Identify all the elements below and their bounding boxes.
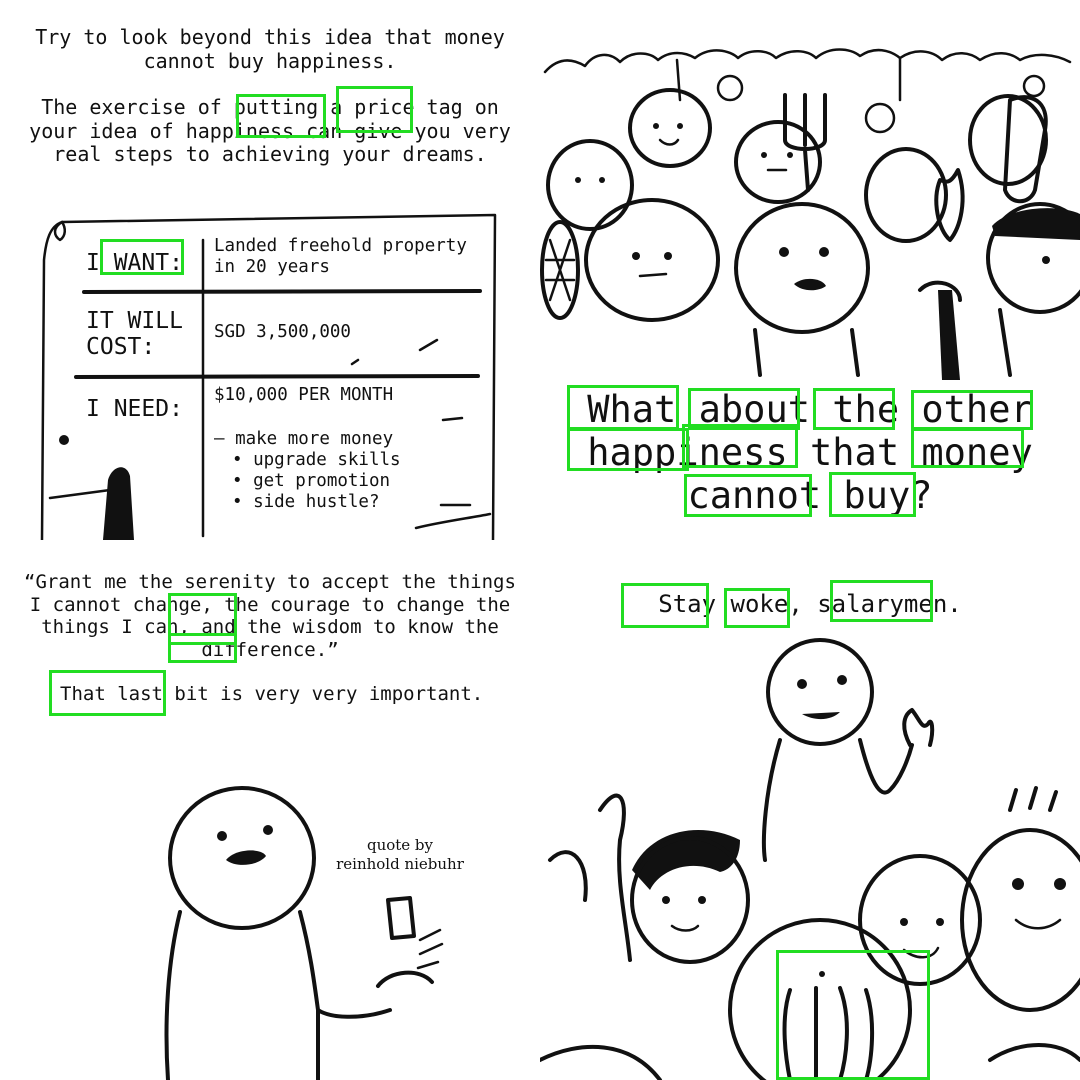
cheering-crowd-drawing	[540, 638, 1080, 1080]
panel-stay-woke: Stay woke, salarymen.	[540, 540, 1080, 1080]
need-label: I NEED:	[86, 396, 183, 422]
cost-value: SGD 3,500,000	[214, 322, 351, 342]
credit-line-2: reinhold niebuhr	[336, 855, 464, 873]
need-main-item: – make more money	[214, 429, 394, 449]
panel-serenity: “Grant me the serenity to accept the thi…	[0, 540, 540, 1080]
need-subitem: • side hustle?	[232, 492, 380, 512]
crowd-caption: What about the other happiness that mone…	[587, 388, 1033, 517]
need-subitem: • upgrade skills	[232, 450, 401, 470]
panel-crowd: What about the other happiness that mone…	[540, 0, 1080, 540]
need-subitem: • get promotion	[232, 471, 391, 491]
speaker-drawing	[164, 786, 444, 1080]
panel-price-tag: Try to look beyond this idea that money …	[0, 0, 540, 540]
cost-label: IT WILL COST:	[86, 308, 183, 360]
want-value: Landed freehold property in 20 years	[214, 236, 467, 277]
want-label: I WANT:	[86, 250, 183, 276]
credit-line-1: quote by	[366, 836, 434, 854]
need-value: $10,000 PER MONTH	[214, 385, 394, 405]
